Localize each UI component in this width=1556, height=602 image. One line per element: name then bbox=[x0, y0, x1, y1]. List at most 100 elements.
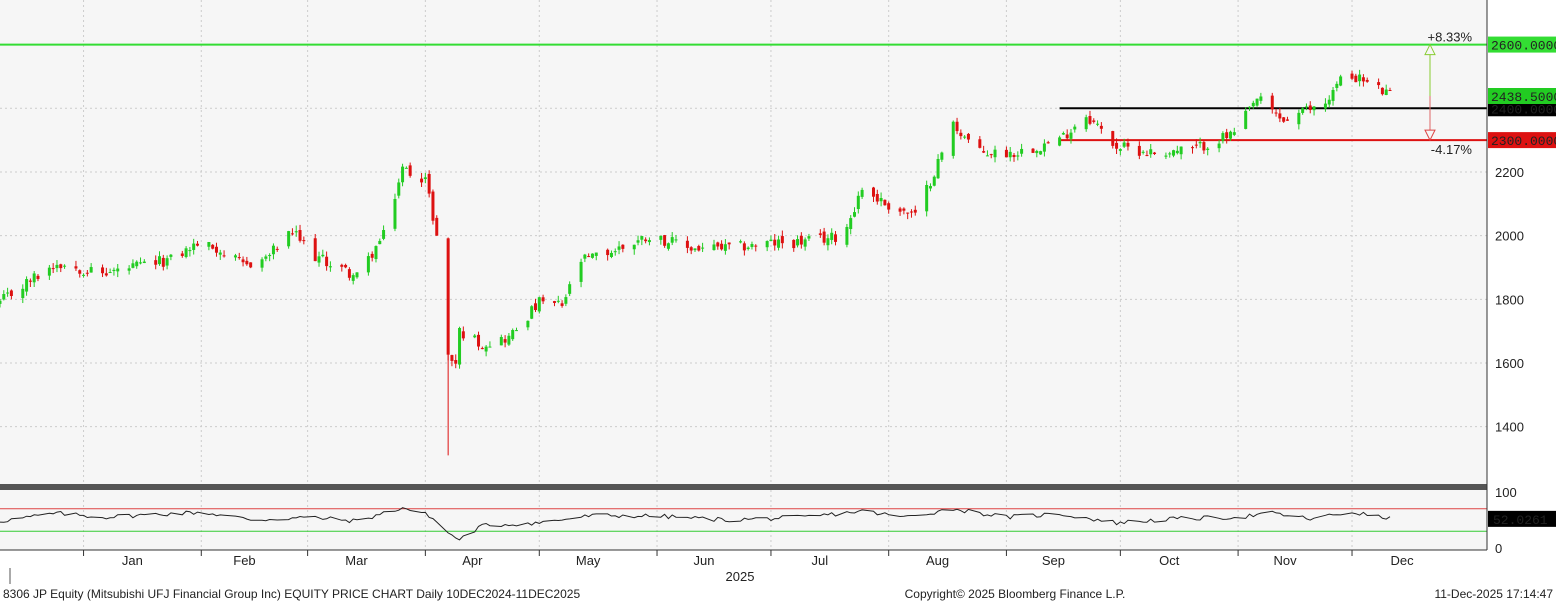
candle-up bbox=[351, 275, 355, 281]
candle-up bbox=[1221, 133, 1225, 141]
candle-up bbox=[1175, 150, 1179, 154]
candle-up bbox=[712, 244, 716, 251]
candle-down bbox=[875, 193, 879, 202]
candle-up bbox=[47, 267, 51, 276]
candle-up bbox=[25, 279, 29, 292]
candle-up bbox=[116, 268, 120, 272]
candle-up bbox=[807, 236, 811, 239]
candle-up bbox=[693, 248, 697, 251]
candle-up bbox=[739, 241, 743, 243]
candle-up bbox=[674, 239, 678, 241]
candle-up bbox=[746, 247, 750, 249]
candle-up bbox=[2, 294, 6, 300]
candle-up bbox=[507, 335, 511, 345]
candle-down bbox=[1202, 142, 1206, 151]
pct-annotation-down: -4.17% bbox=[1431, 142, 1473, 157]
candle-down bbox=[85, 272, 89, 274]
candle-up bbox=[765, 241, 769, 248]
candle-up bbox=[89, 267, 93, 273]
candle-down bbox=[1092, 120, 1096, 122]
candle-up bbox=[317, 256, 321, 263]
candle-up bbox=[207, 242, 211, 247]
candle-down bbox=[180, 253, 184, 256]
candle-down bbox=[587, 256, 591, 258]
candle-down bbox=[344, 264, 348, 268]
candle-up bbox=[401, 166, 405, 183]
x-tick-label: Nov bbox=[1273, 553, 1297, 568]
candle-up bbox=[260, 259, 264, 268]
candle-down bbox=[1274, 112, 1278, 114]
candle-up bbox=[985, 155, 989, 157]
last-price-label: 2438.5000 bbox=[1491, 90, 1556, 105]
candle-up bbox=[271, 245, 275, 255]
candle-down bbox=[697, 246, 701, 251]
candle-up bbox=[1179, 146, 1183, 155]
candle-up bbox=[1168, 153, 1172, 155]
oscillator-y-tick: 100 bbox=[1495, 485, 1517, 500]
candle-down bbox=[214, 246, 218, 253]
candle-down bbox=[1115, 142, 1119, 149]
candle-up bbox=[1035, 151, 1039, 154]
candle-up bbox=[568, 284, 572, 294]
candle-down bbox=[1278, 113, 1282, 119]
candle-down bbox=[799, 235, 803, 245]
candle-up bbox=[382, 229, 386, 239]
candle-up bbox=[1247, 106, 1251, 108]
candle-down bbox=[792, 239, 796, 249]
candle-up bbox=[583, 254, 587, 259]
candle-up bbox=[397, 182, 401, 196]
candle-down bbox=[1354, 75, 1358, 83]
candle-down bbox=[1377, 82, 1381, 86]
pct-annotation-up: +8.33% bbox=[1428, 30, 1473, 45]
candle-up bbox=[613, 251, 617, 253]
candle-down bbox=[313, 238, 317, 262]
candle-up bbox=[1358, 74, 1362, 82]
candle-up bbox=[1304, 106, 1308, 108]
candle-down bbox=[427, 173, 431, 194]
candle-up bbox=[856, 195, 860, 210]
candle-up bbox=[169, 254, 173, 257]
candle-up bbox=[355, 272, 359, 278]
candle-up bbox=[264, 256, 268, 259]
candle-up bbox=[632, 244, 636, 250]
panel-divider[interactable] bbox=[0, 484, 1487, 490]
y-tick-label: 2200 bbox=[1495, 165, 1524, 180]
candle-down bbox=[898, 208, 902, 212]
candle-down bbox=[1388, 90, 1392, 92]
x-tick-label: Aug bbox=[926, 553, 949, 568]
candle-down bbox=[1191, 147, 1195, 149]
candle-down bbox=[742, 243, 746, 251]
candle-down bbox=[435, 217, 439, 236]
candle-down bbox=[59, 264, 63, 269]
candle-down bbox=[1065, 134, 1069, 139]
candle-up bbox=[925, 184, 929, 212]
candle-down bbox=[431, 191, 435, 221]
candle-up bbox=[484, 346, 488, 352]
indicator-panel-background bbox=[0, 490, 1487, 550]
candle-down bbox=[552, 301, 556, 303]
candle-down bbox=[461, 331, 465, 339]
candle-down bbox=[1350, 73, 1354, 79]
candle-up bbox=[328, 266, 332, 268]
candle-down bbox=[663, 235, 667, 246]
candle-down bbox=[883, 199, 887, 206]
candle-up bbox=[849, 218, 853, 230]
candle-up bbox=[1206, 148, 1210, 150]
candle-down bbox=[959, 132, 963, 137]
candle-down bbox=[773, 239, 777, 246]
candle-up bbox=[63, 265, 67, 267]
candle-down bbox=[754, 245, 758, 247]
candle-down bbox=[74, 266, 78, 269]
candle-down bbox=[966, 133, 970, 140]
candle-up bbox=[287, 231, 291, 247]
candle-up bbox=[530, 306, 534, 319]
candle-up bbox=[268, 255, 272, 257]
candle-down bbox=[503, 339, 507, 343]
candle-up bbox=[135, 261, 139, 267]
candle-down bbox=[822, 231, 826, 243]
candle-up bbox=[701, 247, 705, 249]
candle-down bbox=[955, 121, 959, 132]
candle-up bbox=[1073, 126, 1077, 130]
candle-up bbox=[423, 177, 427, 180]
candle-up bbox=[1198, 142, 1202, 144]
